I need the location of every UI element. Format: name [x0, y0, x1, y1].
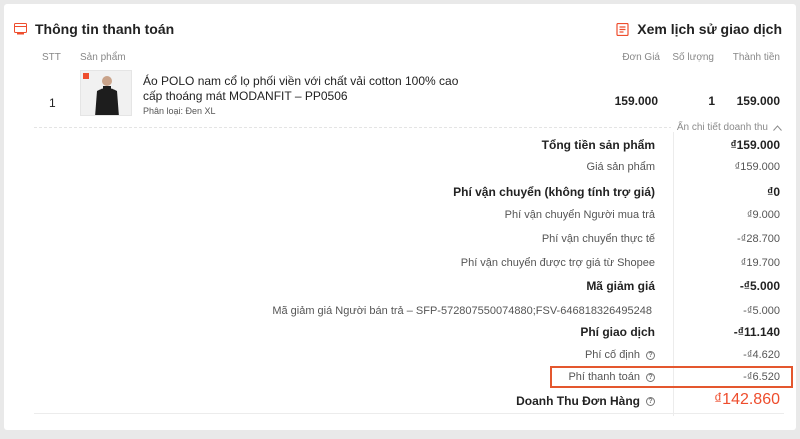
product-name[interactable]: Áo POLO nam cổ lọ phối viền với chất vải… [143, 74, 473, 104]
summary-value: -₫4.620 [743, 349, 780, 361]
payment-icon [14, 23, 27, 35]
table-row: 1 Áo POLO nam cổ lọ phối viền với chất v… [4, 70, 796, 122]
info-icon[interactable]: ? [646, 350, 655, 360]
summary-row-order-revenue: Doanh Thu Đơn Hàng ? ₫142.860 [4, 391, 796, 413]
chevron-up-icon [773, 124, 782, 131]
column-header-quantity: Số lượng [672, 52, 714, 63]
summary-label: Phí vận chuyển Người mua trả [504, 209, 655, 221]
summary-row-buyer-shipping: Phí vận chuyển Người mua trả ₫9.000 [4, 206, 796, 228]
info-icon[interactable]: ? [646, 372, 655, 382]
summary-label: Mã giảm giá [586, 279, 655, 293]
grand-total-label: Doanh Thu Đơn Hàng [516, 394, 640, 408]
column-header-total: Thành tiền [732, 52, 780, 63]
summary-label: Phí vận chuyển (không tính trợ giá) [453, 185, 655, 199]
summary-row-fixed-fee: Phí cố định ? -₫4.620 [4, 346, 796, 368]
summary-row-voucher: Mã giảm giá -₫5.000 [4, 276, 796, 298]
summary-value: -₫5.000 [739, 279, 780, 293]
toggle-label[interactable]: Ẩn chi tiết doanh thu [677, 122, 768, 133]
title-group: Thông tin thanh toán [14, 21, 174, 37]
summary-label-group: Doanh Thu Đơn Hàng ? [516, 394, 655, 408]
summary-label: Phí giao dịch [580, 325, 655, 339]
view-history-link[interactable]: Xem lịch sử giao dịch [616, 21, 782, 37]
summary-label: Phí vận chuyển được trợ giá từ Shopee [460, 257, 655, 269]
summary-label-group: Phí thanh toán ? [568, 371, 655, 383]
summary-value: ₫159.000 [734, 161, 780, 173]
divider [34, 127, 782, 128]
summary-row-product-total: Tổng tiền sản phẩm ₫159.000 [4, 135, 796, 157]
summary-row-product-price: Giá sản phẩm ₫159.000 [4, 158, 796, 180]
product-image [81, 71, 131, 115]
summary-row-shipping-fee: Phí vận chuyển (không tính trợ giá) ₫0 [4, 182, 796, 204]
product-total: 159.000 [736, 94, 780, 108]
summary-row-seller-voucher: Mã giảm giá Người bán trả – SFP-57280755… [4, 302, 796, 324]
summary-row-actual-shipping: Phí vận chuyển thực tế -₫28.700 [4, 230, 796, 252]
grand-total-value: ₫142.860 [713, 391, 780, 408]
summary-label-group: Phí cố định ? [585, 349, 655, 361]
receipt-icon [616, 22, 629, 36]
row-index: 1 [49, 96, 56, 110]
table-header: STT Sản phẩm Đơn Giá Số lượng Thành tiền [4, 52, 796, 70]
info-icon[interactable]: ? [646, 396, 655, 406]
summary-row-shipping-subsidy: Phí vận chuyển được trợ giá từ Shopee ₫1… [4, 254, 796, 276]
summary-value: ₫0 [767, 185, 780, 199]
summary-value: ₫159.000 [730, 138, 780, 152]
card-header: Thông tin thanh toán Xem lịch sử giao dị… [4, 4, 796, 52]
summary-label: Phí cố định [584, 349, 640, 361]
summary-label: Tổng tiền sản phẩm [541, 138, 655, 152]
bottom-divider [34, 413, 784, 414]
column-header-index: STT [42, 52, 61, 63]
summary-value: -₫28.700 [737, 233, 780, 245]
summary-label: Mã giảm giá Người bán trả – SFP-57280755… [272, 305, 652, 317]
column-header-product: Sản phẩm [80, 52, 126, 63]
product-thumbnail[interactable] [80, 70, 132, 116]
summary-value: -₫11.140 [733, 325, 780, 339]
column-header-unit-price: Đơn Giá [622, 52, 660, 63]
view-history-label[interactable]: Xem lịch sử giao dịch [637, 21, 782, 37]
product-quantity: 1 [708, 94, 715, 108]
product-unit-price: 159.000 [614, 94, 658, 108]
page-title: Thông tin thanh toán [35, 21, 175, 37]
summary-value: ₫9.000 [746, 209, 780, 221]
product-variant: Phân loại: Đen XL [143, 106, 216, 116]
summary-label: Giá sản phẩm [586, 161, 655, 173]
hide-revenue-detail-toggle[interactable]: Ẩn chi tiết doanh thu [670, 122, 782, 133]
summary-value: -₫6.520 [743, 371, 780, 383]
summary-label: Phí vận chuyển thực tế [541, 233, 655, 245]
summary-row-payment-fee: Phí thanh toán ? -₫6.520 [4, 368, 796, 390]
payment-info-card: Thông tin thanh toán Xem lịch sử giao dị… [4, 4, 796, 430]
summary-value: ₫19.700 [740, 257, 780, 269]
summary-value: -₫5.000 [743, 305, 780, 317]
summary-label: Phí thanh toán [568, 371, 640, 383]
summary-row-transaction-fee: Phí giao dịch -₫11.140 [4, 322, 796, 344]
